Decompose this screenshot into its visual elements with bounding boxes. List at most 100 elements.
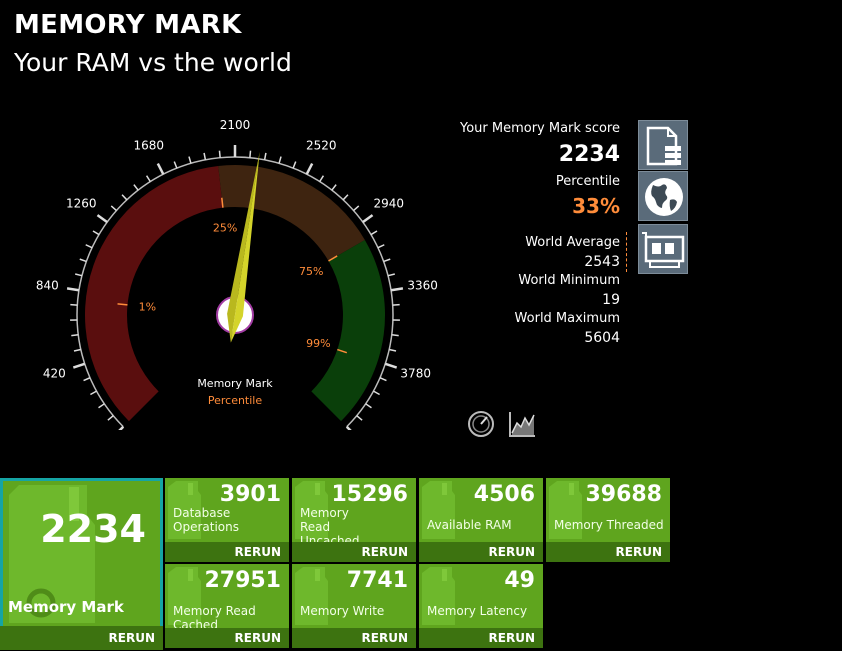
score-value: 2234: [558, 142, 620, 167]
rerun-button[interactable]: RERUN: [165, 542, 289, 562]
main-score-tile[interactable]: 2234 Memory Mark RERUN: [0, 478, 163, 650]
gauge-tick-label: 420: [43, 367, 66, 381]
gauge-tick: [203, 152, 207, 160]
rerun-button[interactable]: RERUN: [419, 542, 543, 562]
main-score-value: 2234: [40, 507, 146, 551]
gauge-tick: [90, 390, 97, 396]
gauge-tick-label: 840: [36, 278, 59, 292]
gauge-tick: [356, 415, 363, 421]
ram-module-watermark-icon: [422, 567, 455, 625]
ram-module-watermark-icon: [422, 481, 455, 539]
gauge-tick-label: 2940: [373, 196, 404, 210]
gauge-tick: [383, 258, 391, 263]
gauge-tick: [319, 175, 325, 182]
globe-icon[interactable]: [638, 171, 688, 221]
percentile-label: Percentile: [555, 174, 620, 189]
gauge-tick: [373, 390, 380, 396]
test-tile[interactable]: 49 Memory Latency RERUN: [419, 564, 543, 648]
percentile-value: 33%: [572, 194, 620, 218]
gauge-tick: [79, 258, 87, 263]
rerun-button[interactable]: RERUN: [546, 542, 670, 562]
gauge-tick-label: 1680: [133, 139, 164, 153]
gauge-tick: [362, 214, 374, 224]
test-tile[interactable]: 4506 Available RAM RERUN: [419, 478, 543, 562]
gauge-tick: [188, 156, 192, 164]
score-gauge: 0420840126016802100252029403360378042001…: [36, 118, 438, 430]
gauge-tick: [305, 162, 314, 175]
world-min-value: 19: [602, 292, 620, 308]
speedometer-icon[interactable]: [466, 409, 496, 439]
gauge-tick: [156, 162, 165, 175]
test-label: Available RAM: [427, 518, 512, 532]
test-tile[interactable]: 3901 Database Operations RERUN: [165, 478, 289, 562]
test-tile[interactable]: 27951 Memory Read Cached RERUN: [165, 564, 289, 648]
test-label: Memory Write: [300, 604, 385, 618]
rerun-button[interactable]: RERUN: [419, 628, 543, 648]
ram-module-watermark-icon: [295, 567, 328, 625]
test-label: Memory Threaded: [554, 518, 664, 532]
document-list-icon[interactable]: [638, 120, 688, 170]
gauge-center-label: Memory Mark: [197, 377, 273, 390]
test-label: Memory Latency: [427, 604, 528, 618]
world-average-label: World Average: [525, 235, 620, 250]
world-average-value: 2543: [584, 254, 620, 270]
gauge-tick: [133, 184, 139, 191]
gauge-tick: [73, 348, 81, 352]
world-max-value: 5604: [584, 330, 620, 346]
gauge-tick: [331, 184, 337, 191]
rerun-button[interactable]: RERUN: [165, 628, 289, 648]
gauge-tick: [342, 194, 349, 201]
percentile-marker-tick: [117, 303, 128, 306]
test-value: 39688: [585, 482, 662, 507]
main-score-tile-body: 2234 Memory Mark: [3, 481, 160, 626]
page-title: MEMORY MARK: [14, 10, 242, 40]
gauge-tick: [85, 244, 93, 249]
test-tile[interactable]: 39688 Memory Threaded RERUN: [546, 478, 670, 562]
gauge-tick: [72, 362, 86, 369]
percentile-marker-label: 75%: [299, 265, 323, 278]
gauge-tick-label: 3780: [400, 367, 431, 381]
rerun-button[interactable]: RERUN: [292, 628, 416, 648]
page-subtitle: Your RAM vs the world: [14, 48, 292, 77]
gauge-tick: [92, 230, 100, 236]
gauge-tick: [389, 348, 397, 352]
gauge-tick: [66, 287, 80, 292]
percentile-divider: [626, 232, 627, 272]
gauge-tick: [96, 214, 108, 224]
gauge-tick: [365, 403, 372, 409]
world-min-label: World Minimum: [518, 273, 620, 288]
gauge-tick: [377, 244, 385, 249]
gauge-tick-label: 1260: [66, 196, 97, 210]
gauge-tick-label: 3360: [407, 278, 438, 292]
gauge-tick: [353, 205, 360, 212]
gauge-tick: [387, 273, 396, 277]
gauge-tick: [218, 150, 221, 158]
gauge-tick: [292, 161, 297, 169]
gauge-tick: [110, 205, 117, 212]
percentile-marker-label: 99%: [306, 337, 330, 350]
gauge-tick: [98, 403, 105, 409]
world-max-label: World Maximum: [514, 311, 620, 326]
main-rerun-button[interactable]: RERUN: [0, 626, 163, 650]
gauge-center-sublabel: Percentile: [208, 394, 263, 407]
test-label: Database Operations: [173, 506, 239, 534]
gauge-tick: [278, 156, 282, 164]
percentile-marker-label: 25%: [213, 222, 237, 235]
test-tile[interactable]: 15296 Memory Read Uncached RERUN: [292, 478, 416, 562]
test-value: 4506: [473, 482, 535, 507]
ram-chip-icon[interactable]: [638, 224, 688, 274]
test-tile[interactable]: 7741 Memory Write RERUN: [292, 564, 416, 648]
main-score-label: Memory Mark: [8, 598, 124, 616]
gauge-tick: [345, 425, 352, 430]
gauge-tick: [145, 175, 151, 182]
gauge-tick-label: 2100: [220, 118, 251, 132]
test-value: 27951: [204, 568, 281, 593]
percentile-marker-label: 1%: [139, 301, 156, 314]
ram-module-watermark-icon: [549, 481, 582, 539]
rerun-button[interactable]: RERUN: [292, 542, 416, 562]
gauge-tick: [370, 230, 378, 236]
gauge-band-mid: [218, 165, 365, 261]
chart-icon[interactable]: [507, 409, 537, 439]
gauge-tick: [384, 362, 398, 369]
gauge-tick: [121, 194, 128, 201]
